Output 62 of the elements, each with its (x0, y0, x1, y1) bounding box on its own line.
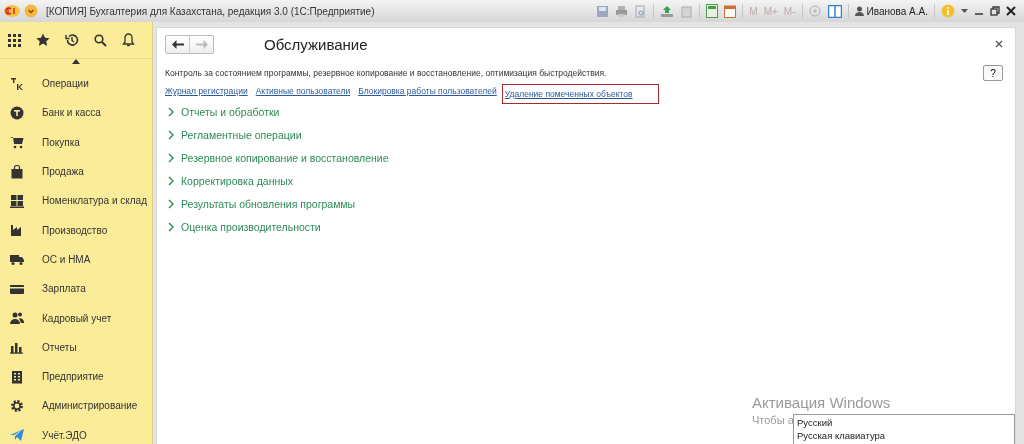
bell-icon[interactable] (122, 33, 135, 47)
sidebar-item[interactable]: Отчеты (0, 332, 152, 362)
left-arrow-icon (171, 39, 184, 49)
sidebar-item[interactable]: ОС и НМА (0, 244, 152, 275)
sidebar-item[interactable]: Продажа (0, 156, 152, 187)
paper-plane-icon (10, 428, 24, 443)
help-button[interactable]: ? (983, 65, 1003, 81)
user-icon (854, 6, 864, 16)
sidebar-item[interactable]: Предприятие (0, 361, 152, 392)
sidebar-item[interactable]: Администрирование (0, 391, 152, 421)
logo-icon (4, 5, 20, 17)
link[interactable]: Блокировка работы пользователей (358, 86, 497, 96)
sidebar-item[interactable]: Операции (0, 69, 152, 99)
group-header[interactable]: Результаты обновления программы (165, 192, 1003, 215)
star-icon[interactable] (36, 33, 50, 47)
group-header[interactable]: Регламентные операции (165, 123, 1003, 146)
group-header[interactable]: Отчеты и обработки (165, 100, 1003, 123)
truck-icon (10, 252, 24, 267)
search-icon[interactable] (94, 33, 107, 47)
window-title: [КОПИЯ] Бухгалтерия для Казахстана, редакция 3.0 (1С:Предприятие) (46, 5, 375, 17)
gear-icon (10, 398, 24, 413)
building-icon (10, 369, 24, 384)
calendar-icon[interactable] (724, 4, 737, 18)
menu-button[interactable] (24, 4, 38, 18)
sidebar-item[interactable]: Покупка (0, 127, 152, 157)
sidebar-item[interactable]: Банк и касса (0, 98, 152, 128)
sidebar-item[interactable]: Зарплата (0, 274, 152, 304)
form-title: Обслуживание (264, 35, 368, 53)
upload-icon[interactable] (660, 4, 675, 18)
sidebar-item[interactable]: Производство (0, 215, 152, 245)
link[interactable]: Удаление помеченных объектов (504, 89, 633, 99)
bag-icon (10, 164, 24, 179)
sidebar-item[interactable]: Номенклатура и склад (0, 186, 152, 216)
group-header[interactable]: Корректировка данных (165, 169, 1003, 192)
right-arrow-icon (195, 39, 208, 49)
bar-chart-icon (10, 340, 24, 355)
group-header[interactable]: Резервное копирование и восстановление (165, 146, 1003, 169)
sidebar-item[interactable]: Кадровый учет (0, 303, 152, 333)
tooltip-line: Русский (797, 416, 834, 429)
user-name[interactable]: Иванова А.А. (866, 5, 928, 17)
tooltip-line: Русская клавиатура (797, 429, 887, 442)
scroll-up-icon[interactable] (72, 59, 80, 64)
link[interactable]: Журнал регистрации (165, 86, 248, 96)
close-icon[interactable] (995, 40, 1003, 48)
description-text: Контроль за состоянием программы, резервное копирование и восстановление, оптимизация быстродействия. (165, 68, 607, 78)
coin-icon (10, 105, 24, 120)
group-header[interactable]: Оценка производительности (165, 215, 1003, 238)
calculator-icon[interactable] (706, 4, 719, 18)
people-icon (10, 311, 24, 325)
caret-icon[interactable] (961, 9, 968, 13)
letters-icon (10, 76, 24, 91)
grid-icon (10, 193, 24, 208)
apps-grid-icon[interactable] (8, 33, 21, 47)
panels-icon[interactable] (827, 4, 842, 18)
factory-icon (10, 223, 24, 238)
history-icon[interactable] (65, 33, 79, 47)
restore-icon[interactable] (990, 6, 1000, 16)
close-icon[interactable] (1006, 6, 1016, 16)
activation-title: Активация Windows (752, 394, 891, 411)
link[interactable]: Активные пользователи (255, 86, 351, 96)
sidebar-item[interactable]: Учёт.ЭДО (0, 420, 152, 444)
cart-icon (10, 135, 24, 150)
